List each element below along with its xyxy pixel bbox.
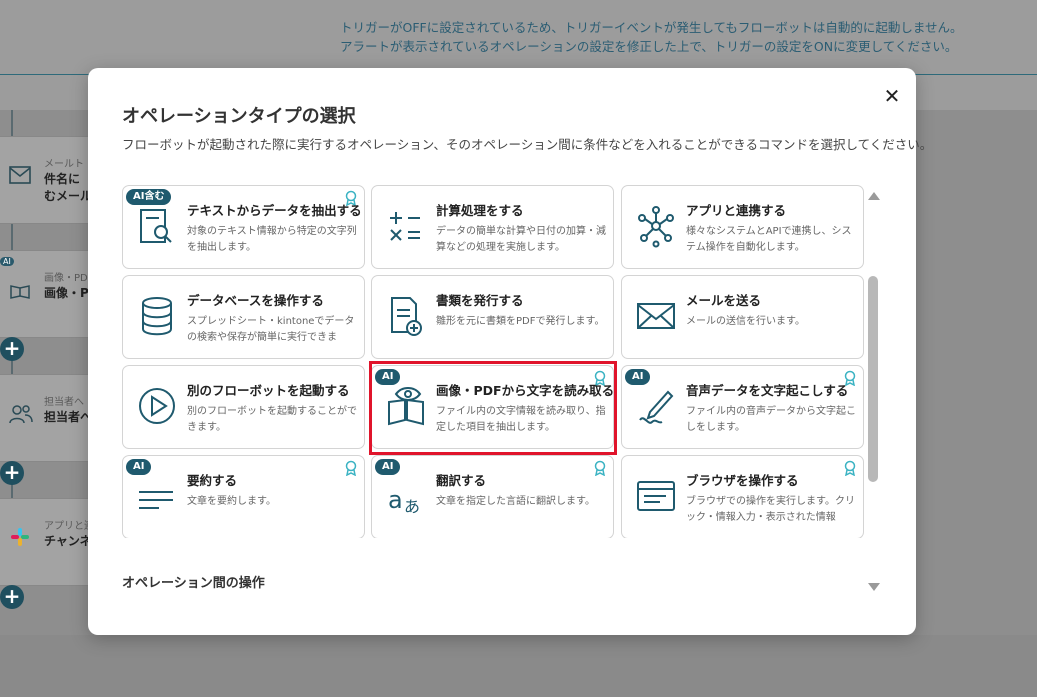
section-title-between-operations: オペレーション間の操作 — [122, 576, 265, 591]
card-description: 別のフローボットを起動することができます。 — [187, 406, 357, 433]
card-browser-operation[interactable]: ブラウザを操作する ブラウザでの操作を実行します。クリック・情報入力・表示された… — [621, 455, 864, 538]
browser-icon — [637, 481, 675, 511]
card-read-image-pdf[interactable]: AI 画像・PDFから文字を読み取る ファイル内の文字情報を読み取り、指定した項… — [371, 365, 614, 449]
card-description: ファイル内の音声データから文字起こしをします。 — [686, 406, 856, 433]
database-icon — [142, 297, 172, 336]
card-title: 音声データを文字起こしする — [686, 383, 849, 398]
card-translate[interactable]: AI aあ 翻訳する 文章を指定した言語に翻訳します。 — [371, 455, 614, 538]
people-icon — [8, 403, 33, 427]
scroll-down-arrow-icon[interactable] — [868, 583, 880, 591]
card-title: 計算処理をする — [436, 203, 524, 218]
card-title: 画像・PDFから文字を読み取る — [436, 383, 615, 398]
pen-wave-icon — [639, 390, 674, 424]
card-description: データの簡単な計算や日付の加算・減算などの処理を実施します。 — [436, 226, 606, 253]
flow-step-type: 担当者へ — [44, 397, 84, 408]
background-footer — [0, 635, 1037, 697]
card-issue-document[interactable]: 書類を発行する 雛形を元に書類をPDFで発行します。 — [371, 275, 614, 359]
card-transcribe-audio[interactable]: AI 音声データを文字起こしする ファイル内の音声データから文字起こしをします。 — [621, 365, 864, 449]
scrollbar[interactable] — [866, 192, 880, 591]
card-description: スプレッドシート・kintoneでデータの検索や保存が簡単に実行できま — [187, 316, 355, 343]
card-description: 雛形を元に書類をPDFで発行します。 — [436, 316, 605, 327]
document-search-icon — [140, 209, 172, 243]
modal-title: オペレーションタイプの選択 — [122, 106, 356, 127]
card-description: 対象のテキスト情報から特定の文字列を抽出します。 — [187, 226, 357, 253]
card-description: ファイル内の文字情報を読み取り、指定した項目を抽出します。 — [436, 406, 606, 433]
operation-type-modal: ✕ オペレーションタイプの選択 フローボットが起動された際に実行するオペレーショ… — [88, 68, 932, 635]
flow-step-type: メールト — [44, 159, 84, 170]
card-send-mail[interactable]: メールを送る メールの送信を行います。 — [621, 275, 864, 359]
scrollbar-thumb[interactable] — [868, 276, 878, 482]
network-icon — [638, 206, 674, 248]
notice-line-2: アラートが表示されているオペレーションの設定を修正した上で、トリガーの設定をON… — [340, 39, 958, 54]
calculator-icon — [390, 212, 420, 241]
card-start-flowbot[interactable]: 別のフローボットを起動する 別のフローボットを起動することができます。 — [122, 365, 365, 449]
notice-line-1: トリガーがOFFに設定されているため、トリガーイベントが発生してもフローボットは… — [340, 20, 963, 35]
card-title: 別のフローボットを起動する — [187, 383, 350, 398]
ai-badge: AI — [375, 369, 401, 385]
lines-icon — [139, 491, 173, 509]
card-description: 様々なシステムとAPIで連携し、システム操作を自動化します。 — [686, 226, 852, 253]
card-description: 文章を指定した言語に翻訳します。 — [436, 496, 595, 507]
background-header: トリガーがOFFに設定されているため、トリガーイベントが発生してもフローボットは… — [0, 0, 1037, 75]
book-eye-icon — [388, 387, 424, 426]
ai-badge: AI含む — [126, 189, 172, 205]
scroll-up-arrow-icon[interactable] — [868, 192, 880, 200]
flow-step-type: 画像・PDF — [44, 273, 94, 284]
book-eye-icon — [8, 279, 32, 303]
card-title: テキストからデータを抽出する — [187, 203, 362, 218]
ai-badge: AI — [625, 369, 651, 385]
card-title: メールを送る — [686, 293, 762, 308]
award-ribbon-icon — [594, 460, 606, 476]
card-database[interactable]: データベースを操作する スプレッドシート・kintoneでデータの検索や保存が簡… — [122, 275, 365, 359]
card-calculation[interactable]: 計算処理をする データの簡単な計算や日付の加算・減算などの処理を実施します。 — [371, 185, 614, 269]
translate-icon: aあ — [388, 486, 420, 516]
flow-step-type: アプリと連 — [44, 521, 94, 532]
modal-description: フローボットが起動された際に実行するオペレーション、そのオペレーション間に条件な… — [122, 137, 933, 152]
card-title: ブラウザを操作する — [686, 473, 799, 488]
add-step-button[interactable]: + — [0, 461, 24, 485]
card-summarize[interactable]: AI 要約する 文章を要約します。 — [122, 455, 365, 538]
play-circle-icon — [139, 388, 175, 424]
ai-badge: AI — [126, 459, 152, 475]
operation-card-grid: AI含む テキストからデータを抽出する 対象のテキスト情報から特定の文字列を抽出… — [122, 183, 864, 538]
envelope-icon — [637, 303, 675, 329]
card-title: 要約する — [187, 473, 238, 488]
award-ribbon-icon — [345, 460, 357, 476]
add-step-button[interactable]: + — [0, 585, 24, 609]
svg-text:a: a — [388, 486, 403, 514]
svg-text:あ: あ — [404, 497, 420, 516]
trigger-off-notice: トリガーがOFFに設定されているため、トリガーイベントが発生してもフローボットは… — [340, 18, 962, 56]
card-app-integration[interactable]: アプリと連携する 様々なシステムとAPIで連携し、システム操作を自動化します。 — [621, 185, 864, 269]
card-description: 文章を要約します。 — [187, 496, 276, 507]
document-add-icon — [391, 297, 422, 336]
card-description: メールの送信を行います。 — [686, 316, 805, 327]
mail-icon — [8, 165, 32, 189]
card-title: データベースを操作する — [187, 293, 324, 308]
award-ribbon-icon — [844, 460, 856, 476]
card-title: 翻訳する — [436, 473, 487, 488]
slack-icon — [8, 527, 32, 551]
card-title: 書類を発行する — [436, 293, 524, 308]
card-title: アプリと連携する — [686, 203, 787, 218]
ai-badge: AI — [0, 257, 14, 266]
card-extract-text[interactable]: AI含む テキストからデータを抽出する 対象のテキスト情報から特定の文字列を抽出… — [122, 185, 365, 269]
close-button[interactable]: ✕ — [880, 84, 904, 108]
ai-badge: AI — [375, 459, 401, 475]
add-step-button[interactable]: + — [0, 337, 24, 361]
card-description: ブラウザでの操作を実行します。クリック・情報入力・表示された情報 — [686, 496, 855, 523]
